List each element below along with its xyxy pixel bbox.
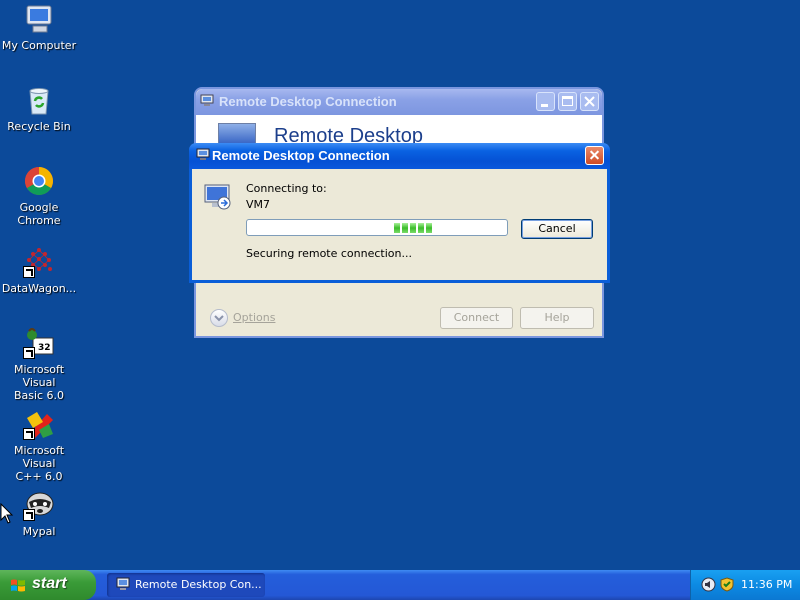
start-label: start <box>32 575 67 592</box>
desktop-icon-google-chrome[interactable]: Google Chrome <box>0 165 78 227</box>
vcpp-icon <box>23 408 55 440</box>
vb6-icon: 32 <box>23 327 55 359</box>
connecting-label: Connecting to: <box>246 182 327 195</box>
dialog-title: Remote Desktop Connection <box>212 148 390 163</box>
minimize-button[interactable] <box>536 92 555 111</box>
mypal-icon <box>23 489 55 521</box>
shortcut-arrow-icon <box>23 509 35 521</box>
mouse-cursor-icon <box>0 503 14 524</box>
chrome-icon <box>23 165 55 197</box>
desktop-icon-label-line1: Microsoft Visual <box>13 363 65 389</box>
desktop-icon-datawagon[interactable]: DataWagon... <box>0 246 78 295</box>
desktop-icon-recycle-bin[interactable]: Recycle Bin <box>0 84 78 133</box>
desktop-icon-my-computer[interactable]: My Computer <box>0 3 78 52</box>
security-shield-icon[interactable] <box>719 577 735 592</box>
desktop-icon-label-line2: Basic 6.0 <box>13 389 65 402</box>
banner: Remote Desktop <box>196 115 602 143</box>
minimize-icon <box>541 104 548 107</box>
progress-segment <box>394 223 400 233</box>
remote-desktop-icon <box>196 148 210 160</box>
progress-segment <box>402 223 408 233</box>
windows-logo-icon <box>11 579 25 592</box>
taskbar-item-label: Remote Desktop Con... <box>135 578 262 591</box>
desktop-icon-label: Recycle Bin <box>7 120 71 133</box>
recycle-bin-icon <box>23 84 55 116</box>
remote-desktop-icon <box>116 577 130 590</box>
remote-computer-icon <box>204 184 231 210</box>
dialog-body: Connecting to: VM7 Cancel Securing remot… <box>192 169 607 280</box>
progress-bar <box>246 219 508 236</box>
status-text: Securing remote connection... <box>246 247 412 260</box>
desktop-icon-label: DataWagon... <box>1 282 77 295</box>
banner-title: Remote Desktop <box>274 125 423 143</box>
desktop-icon-label: Mypal <box>22 525 56 538</box>
monitor-icon <box>218 123 256 143</box>
desktop-icon-vb6[interactable]: 32 Microsoft Visual Basic 6.0 <box>0 327 78 402</box>
window-title: Remote Desktop Connection <box>219 94 397 109</box>
options-label[interactable]: Options <box>233 311 275 324</box>
desktop-icon-label-line1: Microsoft Visual <box>13 444 65 470</box>
svg-text:32: 32 <box>38 343 51 353</box>
help-button[interactable]: Help <box>520 307 594 329</box>
computer-name: VM7 <box>246 198 271 211</box>
clock: 11:36 PM <box>741 578 793 591</box>
cancel-button[interactable]: Cancel <box>521 219 593 239</box>
options-expand-button[interactable] <box>210 309 228 327</box>
chevron-down-icon <box>214 315 224 322</box>
title-bar[interactable]: Remote Desktop Connection <box>189 143 610 169</box>
progress-segment <box>426 223 432 233</box>
progress-segment <box>418 223 424 233</box>
system-tray: 11:36 PM <box>690 570 800 600</box>
shortcut-arrow-icon <box>23 428 35 440</box>
maximize-icon <box>562 96 573 106</box>
taskbar: start Remote Desktop Con... 11:36 PM <box>0 570 800 600</box>
desktop-icon-label-line2: C++ 6.0 <box>15 470 63 483</box>
my-computer-icon <box>23 3 55 35</box>
remote-desktop-icon <box>200 94 214 106</box>
desktop-icon-vcpp[interactable]: Microsoft Visual C++ 6.0 <box>0 408 78 483</box>
maximize-button[interactable] <box>558 92 577 111</box>
close-icon <box>584 96 595 107</box>
datawagon-icon <box>23 246 55 278</box>
connect-button[interactable]: Connect <box>440 307 513 329</box>
shortcut-arrow-icon <box>23 347 35 359</box>
progress-segment <box>410 223 416 233</box>
taskbar-item-remote-desktop[interactable]: Remote Desktop Con... <box>107 573 265 597</box>
shortcut-arrow-icon <box>23 266 35 278</box>
close-button[interactable] <box>580 92 599 111</box>
start-button[interactable]: start <box>0 570 96 600</box>
title-bar[interactable]: Remote Desktop Connection <box>196 89 602 115</box>
close-button[interactable] <box>585 146 604 165</box>
connecting-dialog[interactable]: Remote Desktop Connection Connecting to:… <box>189 143 610 283</box>
desktop-icon-label: Google Chrome <box>17 201 61 227</box>
volume-icon[interactable] <box>701 577 716 592</box>
desktop-icon-label: My Computer <box>1 39 77 52</box>
